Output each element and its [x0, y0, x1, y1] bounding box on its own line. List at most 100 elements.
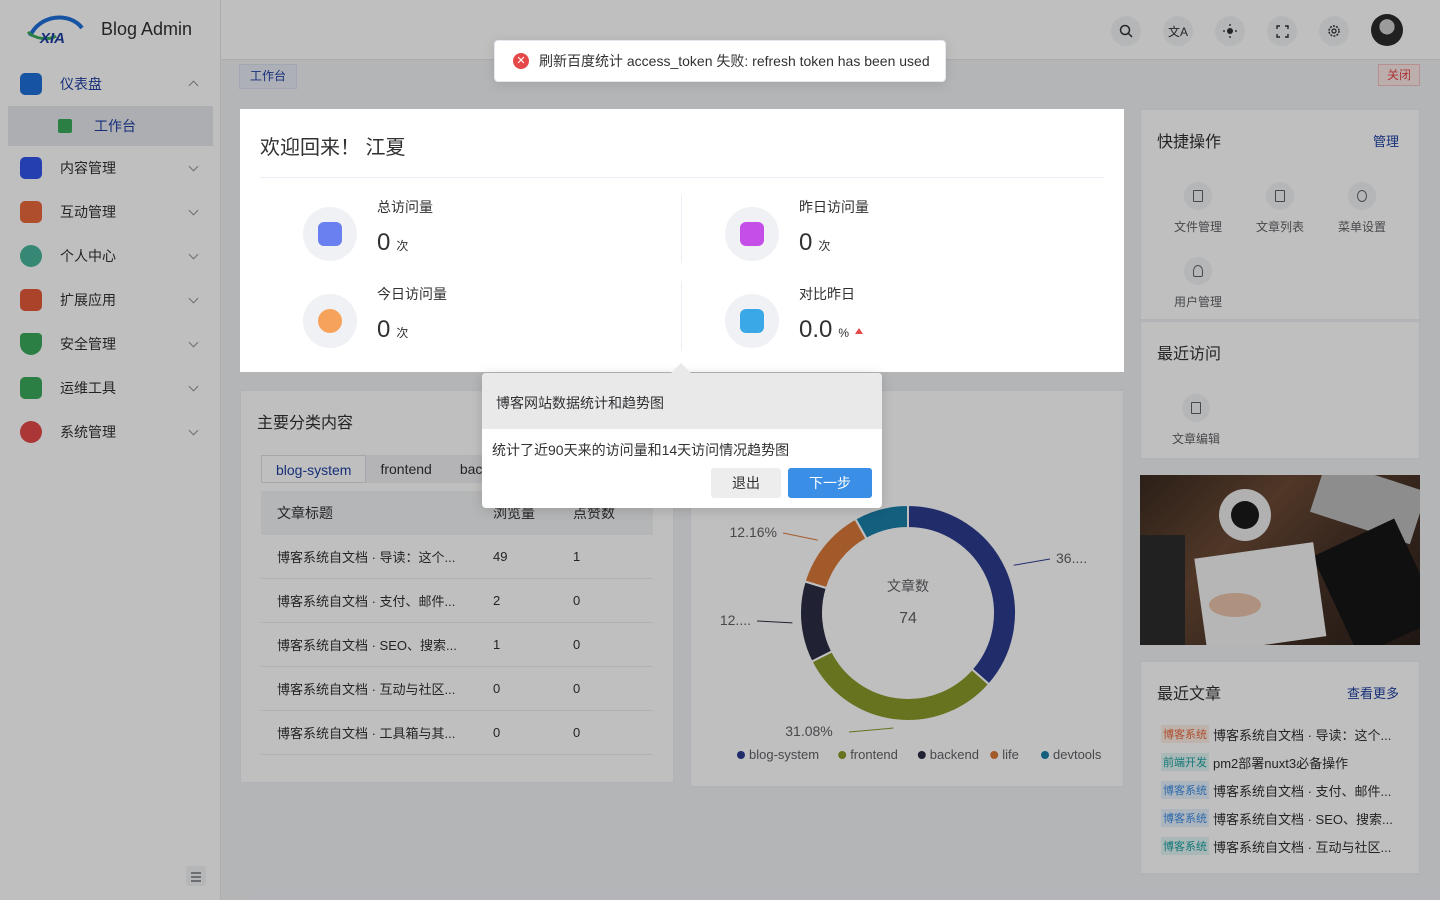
table-row[interactable]: 博客系统自文档 · 导读：这个... 49 1 [261, 535, 653, 579]
stat-icon [725, 294, 779, 348]
sidebar-item-dashboard[interactable]: 仪表盘 [0, 62, 221, 106]
donut-slice-frontend[interactable] [810, 649, 991, 722]
welcome-card: 欢迎回来！ 江夏 总访问量 0次 昨日访问量 0次 今日访问量 0次 对比昨日 … [240, 109, 1124, 372]
recent-article-item[interactable]: 博客系统 博客系统自文档 · SEO、搜索... [1161, 807, 1411, 829]
chat-bubble-icon [318, 309, 342, 333]
chevron-down-icon [188, 249, 199, 260]
recent-articles-card: 最近文章 查看更多 博客系统 博客系统自文档 · 导读：这个... 前端开发 p… [1140, 661, 1420, 874]
manage-link[interactable]: 管理 [1373, 131, 1399, 150]
user-icon [1184, 257, 1212, 285]
translate-button[interactable]: 文A [1163, 16, 1193, 46]
recent-article-item[interactable]: 博客系统 博客系统自文档 · 支付、邮件... [1161, 779, 1411, 801]
stat-icon [725, 207, 779, 261]
document-icon [318, 222, 342, 246]
donut-slice-backend[interactable] [799, 580, 834, 663]
svg-text:XIA: XIA [39, 30, 65, 47]
stat-number: 0.0 [799, 316, 833, 343]
settings-button[interactable] [1319, 16, 1349, 46]
table-row[interactable]: 博客系统自文档 · 工具箱与其... 0 0 [261, 711, 653, 755]
recent-article-item[interactable]: 博客系统 博客系统自文档 · 互动与社区... [1161, 835, 1411, 857]
tab-blog-system[interactable]: blog-system [261, 455, 367, 483]
stat-number: 0 [377, 316, 391, 343]
sidebar-item-label: 运维工具 [60, 380, 116, 396]
category-title: 主要分类内容 [257, 415, 354, 432]
tour-exit-button[interactable]: 退出 [711, 468, 781, 498]
welcome-title: 欢迎回来！ 江夏 [260, 137, 406, 159]
recent-articles-title: 最近文章 [1157, 686, 1222, 703]
recent-visit-item[interactable]: 文章编辑 [1166, 394, 1226, 447]
table-row[interactable]: 博客系统自文档 · 支付、邮件... 2 0 [261, 579, 653, 623]
search-button[interactable] [1111, 16, 1141, 46]
tour-next-button[interactable]: 下一步 [788, 468, 872, 498]
legend-label[interactable]: devtools [1053, 747, 1102, 762]
sidebar-subitem-workbench[interactable]: 工作台 [8, 106, 213, 146]
cell-likes: 0 [573, 637, 581, 652]
stat-icon [303, 207, 357, 261]
sidebar-item-extensions[interactable]: 扩展应用 [0, 278, 221, 322]
quick-actions-card: 快捷操作 管理 文件管理 文章列表 菜单设置 用户管理 [1140, 109, 1420, 320]
legend-label[interactable]: backend [930, 747, 979, 762]
chevron-down-icon [188, 425, 199, 436]
stat-value: 0次 [799, 229, 830, 257]
donut-label-line [782, 532, 818, 541]
sidebar-item-label: 互动管理 [60, 204, 116, 220]
table-row[interactable]: 博客系统自文档 · 互动与社区... 0 0 [261, 667, 653, 711]
trend-up-icon [855, 328, 864, 334]
donut-label-line [848, 727, 894, 733]
legend-marker[interactable] [1041, 751, 1049, 759]
sidebar-item-ops[interactable]: 运维工具 [0, 366, 221, 410]
article-tag: 博客系统 [1161, 837, 1209, 855]
article-tag: 博客系统 [1161, 809, 1209, 827]
view-more-link[interactable]: 查看更多 [1347, 683, 1399, 702]
donut-data-label: 12.16% [730, 524, 777, 540]
legend-marker[interactable] [737, 751, 745, 759]
sidebar-item-security[interactable]: 安全管理 [0, 322, 221, 366]
collapse-sidebar-button[interactable] [186, 866, 206, 886]
clipboard-chart-icon [740, 309, 764, 333]
sidebar-item-system[interactable]: 系统管理 [0, 410, 221, 454]
recent-article-item[interactable]: 博客系统 博客系统自文档 · 导读：这个... [1161, 723, 1411, 745]
toast-message: 刷新百度统计 access_token 失败: refresh token ha… [539, 53, 930, 69]
quick-action-users[interactable]: 用户管理 [1168, 257, 1228, 310]
donut-slice-life[interactable] [803, 517, 868, 590]
app-title: Blog Admin [101, 19, 193, 39]
fullscreen-button[interactable] [1267, 16, 1297, 46]
sidebar-item-content[interactable]: 内容管理 [0, 146, 221, 190]
cell-title: 博客系统自文档 · 导读：这个... [277, 550, 456, 565]
sidebar-item-profile[interactable]: 个人中心 [0, 234, 221, 278]
tab-frontend[interactable]: frontend [366, 455, 445, 483]
list-icon [1266, 182, 1294, 210]
stat-today-visits: 今日访问量 0次 [303, 284, 703, 364]
stat-label: 总访问量 [377, 199, 433, 215]
sun-icon [1223, 24, 1237, 38]
theme-toggle-button[interactable] [1215, 16, 1245, 46]
user-avatar[interactable] [1371, 14, 1403, 46]
sidebar-item-interaction[interactable]: 互动管理 [0, 190, 221, 234]
donut-label-line [756, 620, 793, 624]
legend-marker[interactable] [990, 751, 999, 759]
table-row[interactable]: 博客系统自文档 · SEO、搜索... 1 0 [261, 623, 653, 667]
donut-slice-devtools[interactable] [853, 503, 909, 541]
sidebar-subitem-label: 工作台 [94, 118, 136, 134]
legend-marker[interactable] [917, 751, 926, 759]
legend-label[interactable]: frontend [850, 747, 898, 762]
legend-label[interactable]: life [1002, 747, 1019, 762]
tab-workbench[interactable]: 工作台 [239, 64, 298, 89]
article-tag: 前端开发 [1161, 753, 1209, 771]
quick-action-articles[interactable]: 文章列表 [1250, 182, 1310, 235]
legend-label[interactable]: blog-system [749, 747, 819, 762]
quick-action-menu[interactable]: 菜单设置 [1332, 182, 1392, 235]
list-icon [740, 222, 764, 246]
donut-data-label: 12.... [720, 612, 751, 628]
donut-center-value: 74 [899, 610, 917, 627]
recent-article-item[interactable]: 前端开发 pm2部署nuxt3必备操作 [1161, 751, 1411, 773]
quick-action-files[interactable]: 文件管理 [1168, 182, 1228, 235]
stat-number: 0 [377, 229, 391, 256]
donut-slice-blog-system[interactable] [907, 503, 1017, 686]
legend-marker[interactable] [838, 751, 847, 759]
close-tabs-button[interactable]: 关闭 [1377, 64, 1420, 86]
comment-icon [20, 201, 42, 223]
column-title: 文章标题 [277, 505, 333, 521]
stat-number: 0 [799, 229, 813, 256]
stat-value: 0次 [377, 229, 408, 257]
